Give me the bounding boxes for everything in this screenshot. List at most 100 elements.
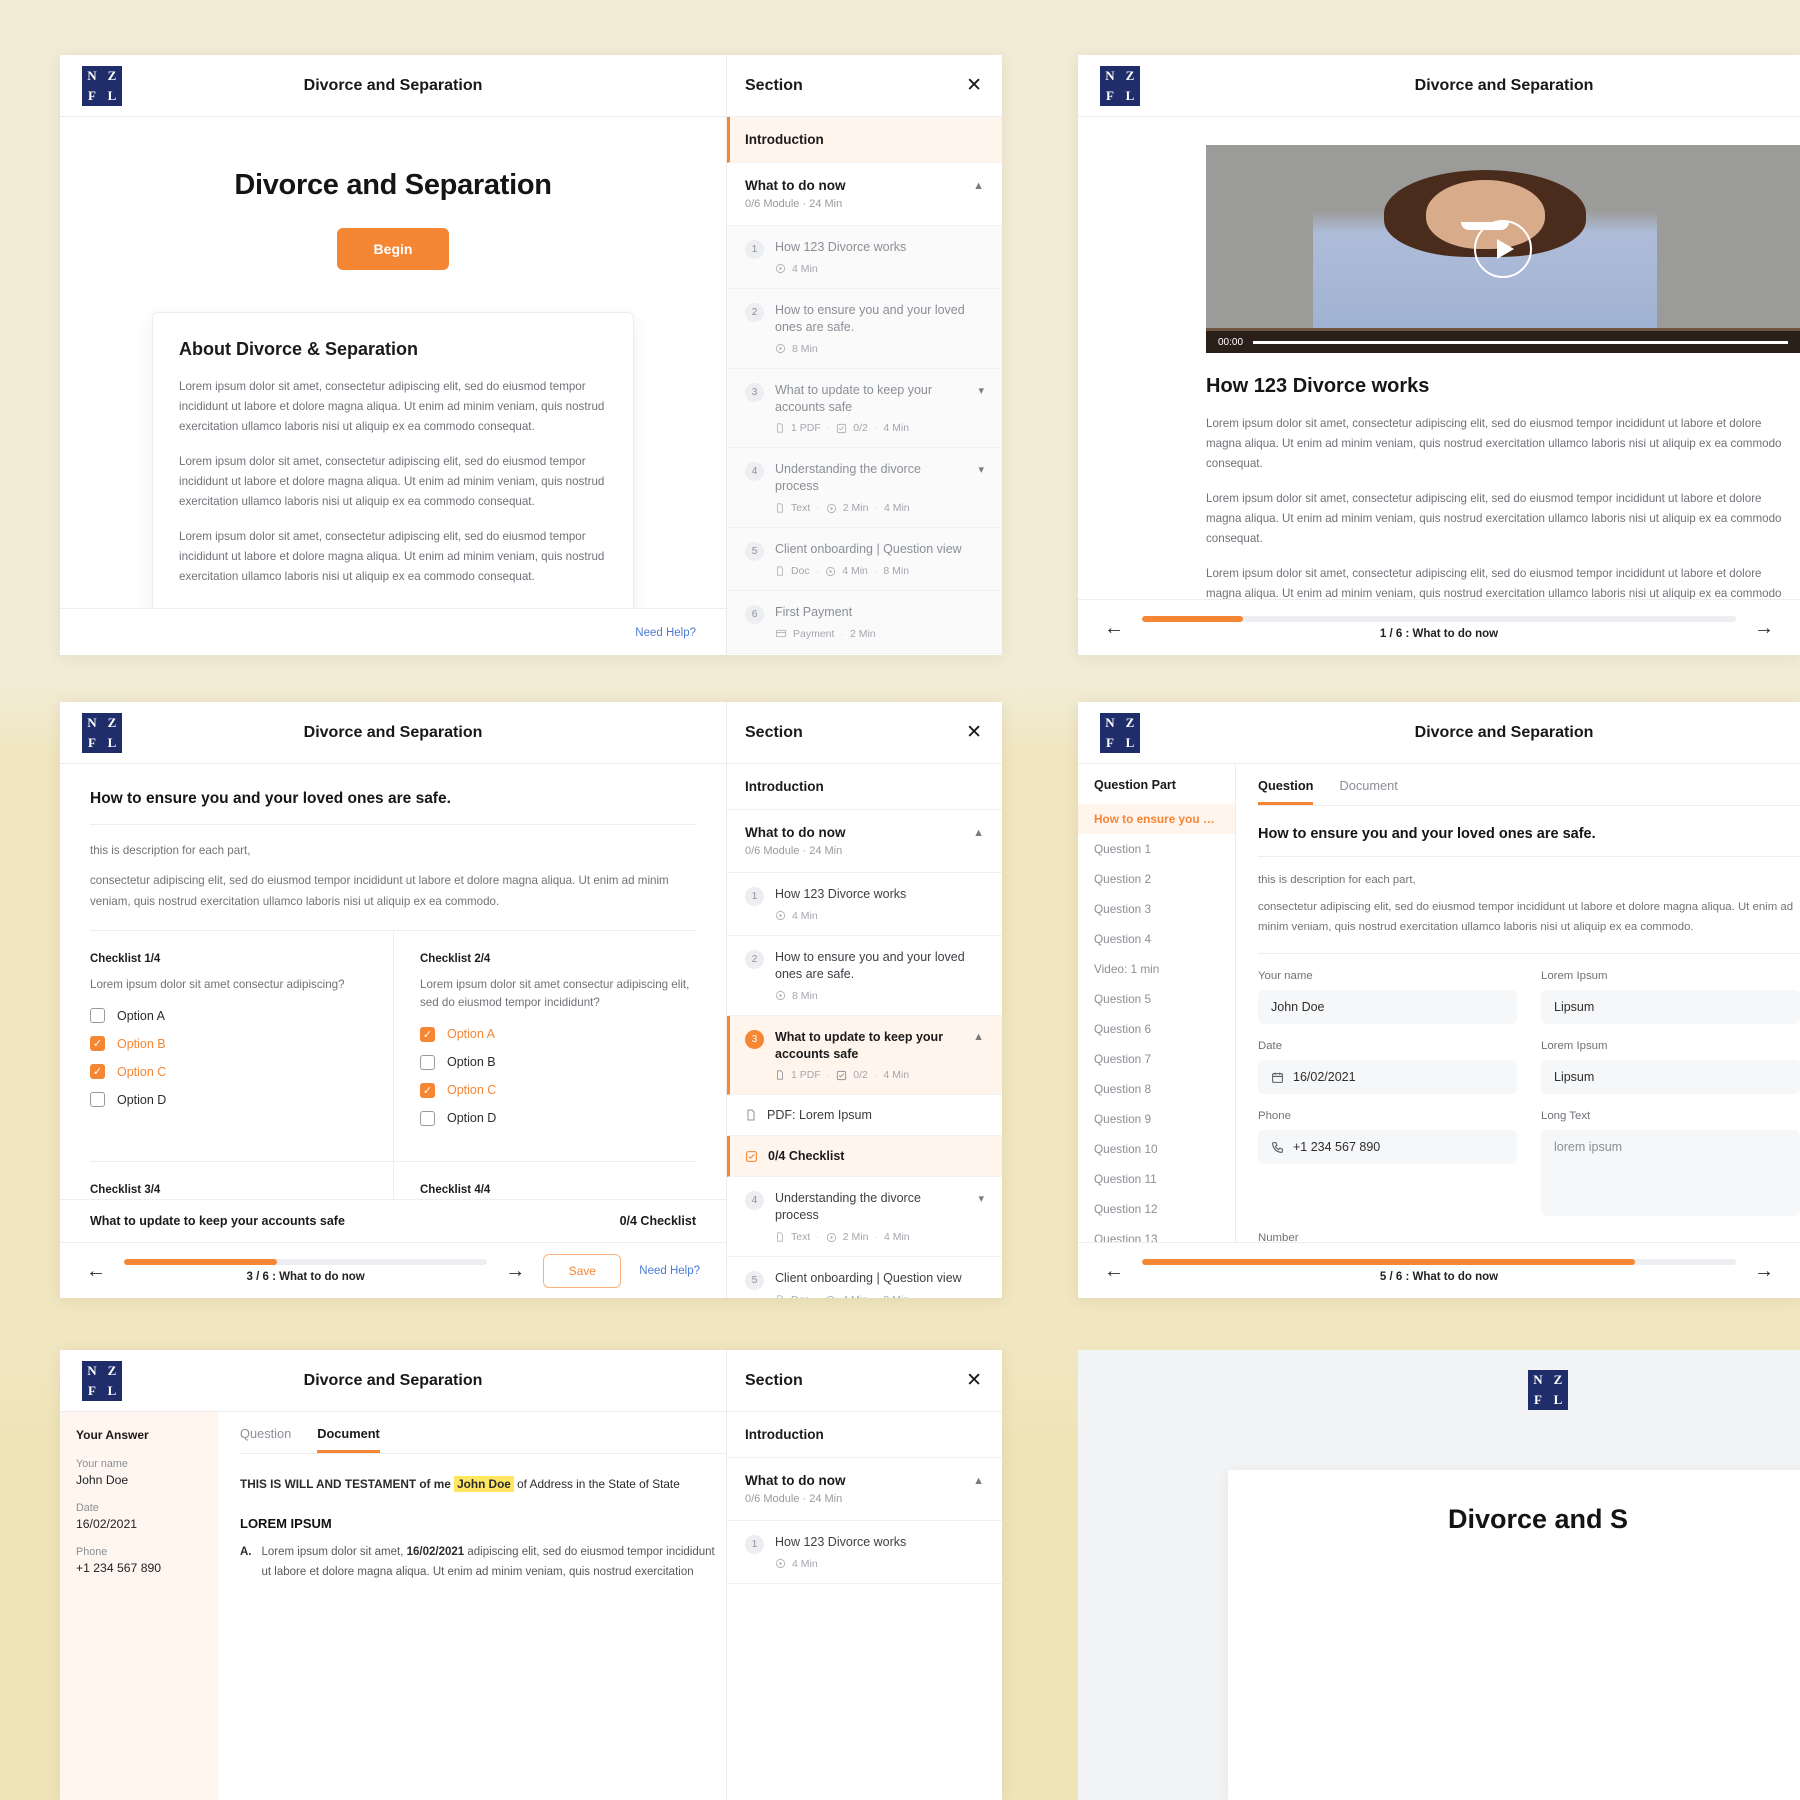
lorem-ipsum-field-1[interactable]: Lipsum [1541,990,1800,1025]
video-scrubber[interactable] [1253,340,1788,344]
lesson-row-active[interactable]: 3 What to update to keep your accounts s… [727,1015,1002,1096]
section-module-what-to-do-now[interactable]: What to do now 0/6 Module · 24 Min ▲ [727,810,1002,873]
phone-field[interactable]: +1 234 567 890 [1258,1130,1517,1165]
save-button[interactable]: Save [543,1253,622,1288]
option-label: Option C [117,1064,167,1079]
progress-label: 3 / 6 : What to do now [246,1270,365,1283]
section-module-getting-the-details[interactable]: Getting the details 0/5 Module · 20 Min … [727,654,1002,655]
long-text-field[interactable]: lorem ipsum [1541,1130,1800,1217]
lesson-title: First Payment [775,605,853,619]
lesson-row[interactable]: 5 Client onboarding | Question view Doc … [727,528,1002,591]
lesson-row[interactable]: 4 Understanding the divorce process Text… [727,1177,1002,1258]
checkbox-icon[interactable] [90,1008,105,1024]
module-meta: 0/6 Module · 24 Min [745,198,843,210]
question-part-item[interactable]: Question 8 [1078,1074,1235,1104]
checklist-option[interactable]: Option C [420,1082,696,1098]
checklist-option[interactable]: Option A [90,1008,367,1024]
lesson-meta: 8 Min [775,343,984,355]
checkbox-icon[interactable] [420,1082,435,1098]
question-part-item[interactable]: Question 6 [1078,1014,1235,1044]
lesson-meta: Text · 2 Min · 4 Min [775,502,967,514]
document-card: N Z F L Divorce and Separation Your Answ… [60,1350,1002,1800]
lesson-row[interactable]: 1 How 123 Divorce works 4 Min [727,226,1002,289]
lesson-row[interactable]: 1 How 123 Divorce works 4 Min [727,873,1002,936]
field-group: Your name John Doe [1258,970,1517,1040]
question-part-item[interactable]: Question 11 [1078,1164,1235,1194]
checkbox-icon[interactable] [90,1092,105,1108]
document-topbar: N Z F L Divorce and Separation [60,1350,726,1412]
question-part-item[interactable]: Question 12 [1078,1194,1235,1224]
need-help-link[interactable]: Need Help? [639,1265,700,1277]
checklist-option[interactable]: Option D [90,1092,367,1108]
video-timestamp: 00:00 [1218,336,1244,348]
checklist-option[interactable]: Option B [90,1036,367,1052]
close-icon[interactable]: ✕ [966,1371,982,1390]
sub-item-checklist[interactable]: 0/4 Checklist [727,1136,1002,1178]
document-body: Your Answer Your name John Doe Date 16/0… [60,1412,726,1800]
question-part-item[interactable]: Question 9 [1078,1104,1235,1134]
next-arrow-icon[interactable]: → [1754,1261,1774,1281]
your-name-field[interactable]: John Doe [1258,990,1517,1025]
question-part-item[interactable]: Question 7 [1078,1044,1235,1074]
question-part-item[interactable]: Question 13 [1078,1224,1235,1242]
prev-arrow-icon[interactable]: ← [86,1261,106,1281]
tab-question[interactable]: Question [240,1426,291,1453]
play-icon[interactable] [1474,220,1532,278]
close-icon[interactable]: ✕ [966,76,982,95]
lesson-row[interactable]: 2 How to ensure you and your loved ones … [727,935,1002,1016]
question-part-item-active[interactable]: How to ensure you and y... [1078,804,1235,834]
tab-document[interactable]: Document [317,1426,380,1453]
begin-button[interactable]: Begin [337,228,449,270]
next-arrow-icon[interactable]: → [1754,618,1774,638]
checklist-option[interactable]: Option D [420,1110,696,1126]
lesson-row[interactable]: 4 Understanding the divorce process Text… [727,448,1002,529]
sub-item-pdf[interactable]: PDF: Lorem Ipsum [727,1095,1002,1137]
question-part-item[interactable]: Video: 1 min [1078,954,1235,984]
question-part-item[interactable]: Question 3 [1078,894,1235,924]
question-part-item[interactable]: Question 2 [1078,864,1235,894]
checklist-option[interactable]: Option C [90,1064,367,1080]
section-header: Section ✕ [727,1350,1002,1412]
checkbox-icon[interactable] [420,1110,435,1126]
date-field[interactable]: 16/02/2021 [1258,1060,1517,1095]
tab-question[interactable]: Question [1258,778,1314,805]
checkbox-icon[interactable] [420,1054,435,1070]
lorem-ipsum-field-2[interactable]: Lipsum [1541,1060,1800,1095]
field-label: Date [1258,1040,1283,1053]
checkbox-icon[interactable] [90,1036,105,1052]
prev-arrow-icon[interactable]: ← [1104,1261,1124,1281]
lesson-row[interactable]: 5 Client onboarding | Question view Doc·… [727,1257,1002,1298]
section-item-introduction[interactable]: Introduction [727,1412,1002,1458]
play-icon [775,911,786,921]
video-player[interactable]: 00:00 [1206,145,1800,353]
checklist-option[interactable]: Option B [420,1054,696,1070]
section-module-what-to-do-now[interactable]: What to do now 0/6 Module · 24 Min ▲ [727,1458,1002,1521]
question-pane: N Z F L Divorce and Separation Question … [1078,702,1800,1298]
checkbox-icon[interactable] [90,1064,105,1080]
video-content: 00:00 How 123 Divorce works Lorem ipsum … [1078,117,1800,599]
next-arrow-icon[interactable]: → [505,1261,525,1281]
lesson-row[interactable]: 1 How 123 Divorce works 4 Min [727,1521,1002,1584]
question-part-item[interactable]: Question 1 [1078,834,1235,864]
prev-arrow-icon[interactable]: ← [1104,618,1124,638]
field-label: Phone [1258,1110,1291,1123]
section-item-introduction[interactable]: Introduction [727,117,1002,163]
tab-document[interactable]: Document [1339,778,1397,805]
field-value: Lipsum [1554,1070,1595,1085]
intro-heading: Divorce and Separation [234,169,552,201]
intro-footer: Need Help? [60,608,726,655]
checklist-label: Checklist 4/4 [420,1183,491,1196]
question-part-item[interactable]: Question 4 [1078,924,1235,954]
checkbox-icon[interactable] [420,1026,435,1042]
close-icon[interactable]: ✕ [966,723,982,742]
lesson-row[interactable]: 6 First Payment Payment · 2 Min [727,591,1002,654]
checklist-option[interactable]: Option A [420,1026,696,1042]
section-module-what-to-do-now[interactable]: What to do now 0/6 Module · 24 Min ▲ [727,163,1002,226]
question-part-item[interactable]: Question 5 [1078,984,1235,1014]
video-controls[interactable]: 00:00 [1206,331,1800,353]
lesson-row[interactable]: 3 What to update to keep your accounts s… [727,368,1002,449]
question-part-item[interactable]: Question 10 [1078,1134,1235,1164]
need-help-link[interactable]: Need Help? [635,627,696,639]
lesson-row[interactable]: 2 How to ensure you and your loved ones … [727,288,1002,369]
section-item-introduction[interactable]: Introduction [727,764,1002,810]
